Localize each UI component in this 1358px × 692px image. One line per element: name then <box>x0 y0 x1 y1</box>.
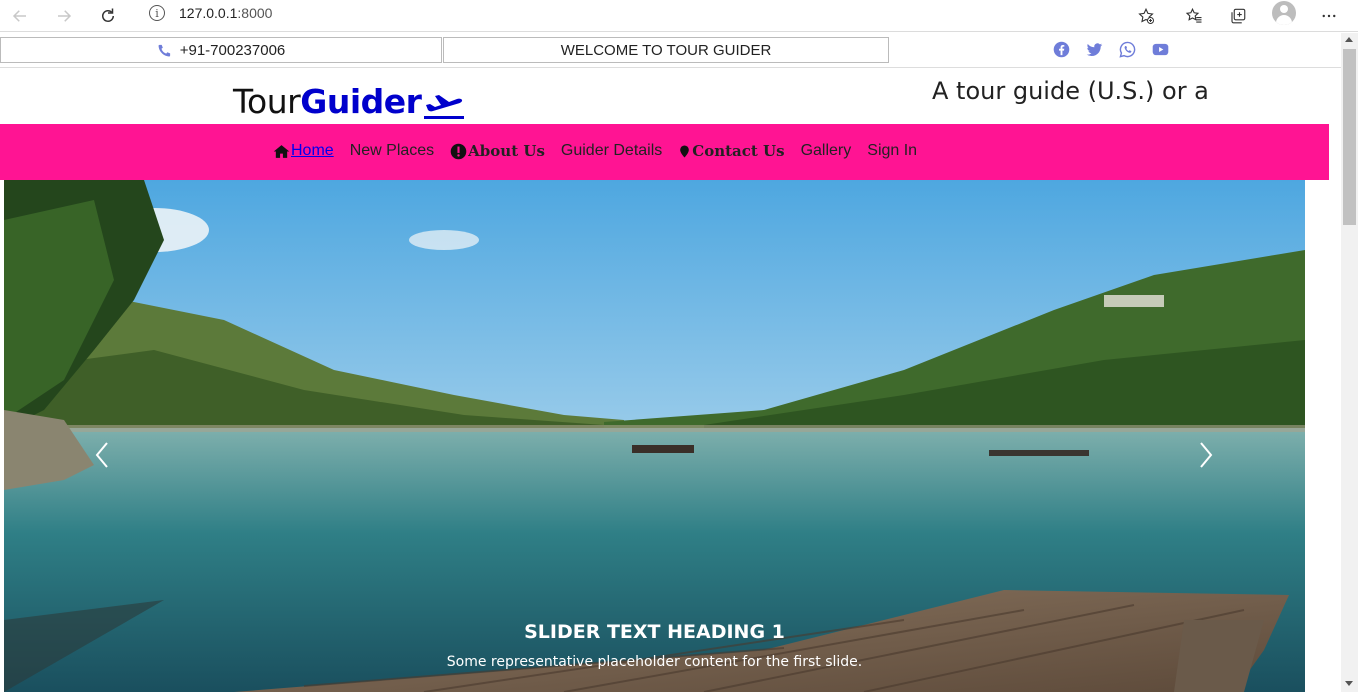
arrow-right-icon <box>58 10 72 22</box>
web-page: +91-700237006 WELCOME TO TOUR GUIDER Tou… <box>0 33 1341 692</box>
logo-text-tour: Tour <box>233 82 301 121</box>
forward-button[interactable] <box>52 4 76 28</box>
nav-guider-details-label: Guider Details <box>560 142 663 159</box>
collections-button[interactable] <box>1225 3 1251 29</box>
brand-row: TourGuider A tour guide (U.S.) or a tou <box>0 68 1341 124</box>
ellipsis-icon <box>1322 14 1336 18</box>
marquee-text: A tour guide (U.S.) or a tou <box>932 77 1216 105</box>
twitter-link[interactable] <box>1085 40 1103 58</box>
nav-gallery-label: Gallery <box>800 142 852 159</box>
carousel-slide-image <box>4 180 1305 692</box>
nav-item-about[interactable]: About Us <box>450 142 545 160</box>
facebook-icon <box>1053 41 1069 57</box>
scroll-down-arrow[interactable] <box>1345 681 1353 686</box>
site-info-icon[interactable]: i <box>149 5 165 21</box>
url-port: :8000 <box>237 5 273 21</box>
favorites-icon <box>1185 7 1202 23</box>
twitter-icon <box>1086 42 1102 56</box>
nav-about-label: About Us <box>468 142 545 160</box>
chevron-left-icon <box>95 442 108 468</box>
logo-text-guider: Guider <box>300 82 422 121</box>
phone-number: +91-700237006 <box>179 41 286 59</box>
url-host: 127.0.0.1 <box>179 5 238 21</box>
plane-departure-icon <box>424 95 465 119</box>
main-navbar: Home New Places About Us Guider Details … <box>0 124 1329 180</box>
nav-item-gallery[interactable]: Gallery <box>801 142 852 160</box>
arrow-left-icon <box>12 10 26 22</box>
nav-home-label: Home <box>291 142 334 159</box>
social-links <box>1052 40 1169 58</box>
chevron-right-icon <box>1200 442 1213 468</box>
welcome-box: WELCOME TO TOUR GUIDER <box>443 37 889 63</box>
nav-new-places-label: New Places <box>349 142 435 159</box>
back-button[interactable] <box>8 4 32 28</box>
address-bar[interactable]: i 127.0.0.1:8000 <box>135 0 1165 26</box>
nav-item-home[interactable]: Home <box>273 142 334 160</box>
nav-item-guider-details[interactable]: Guider Details <box>561 142 662 160</box>
add-favorite-button[interactable] <box>1133 3 1159 29</box>
carousel-next-button[interactable] <box>1196 435 1216 475</box>
reload-button[interactable] <box>96 4 120 28</box>
nav-contact-label: Contact Us <box>692 142 785 160</box>
more-menu-button[interactable] <box>1316 3 1342 29</box>
browser-toolbar: i 127.0.0.1:8000 <box>0 0 1358 32</box>
top-info-bar: +91-700237006 WELCOME TO TOUR GUIDER <box>0 33 1341 68</box>
scroll-thumb[interactable] <box>1343 49 1356 225</box>
nav-item-new-places[interactable]: New Places <box>350 142 434 160</box>
favorites-button[interactable] <box>1181 3 1207 29</box>
url-text: 127.0.0.1:8000 <box>179 5 272 21</box>
youtube-icon <box>1152 43 1168 55</box>
reload-icon <box>102 8 114 22</box>
site-logo[interactable]: Tour Guider <box>233 82 465 121</box>
profile-avatar[interactable] <box>1272 1 1296 25</box>
welcome-text: WELCOME TO TOUR GUIDER <box>560 41 772 59</box>
phone-icon <box>158 44 170 56</box>
nav-item-contact[interactable]: Contact Us <box>678 142 785 160</box>
youtube-link[interactable] <box>1151 40 1169 58</box>
phone-box: +91-700237006 <box>0 37 442 63</box>
collections-icon <box>1231 8 1246 24</box>
home-icon <box>273 144 290 158</box>
nav-item-sign-in[interactable]: Sign In <box>867 142 917 160</box>
whatsapp-link[interactable] <box>1118 40 1136 58</box>
whatsapp-icon <box>1118 41 1135 58</box>
nav-items: Home New Places About Us Guider Details … <box>273 142 933 160</box>
nav-sign-in-label: Sign In <box>867 142 918 159</box>
carousel-heading: SLIDER TEXT HEADING 1 <box>524 621 785 643</box>
carousel-prev-button[interactable] <box>92 435 112 475</box>
map-pin-icon <box>680 145 690 157</box>
image-carousel: SLIDER TEXT HEADING 1 Some representativ… <box>4 180 1305 692</box>
carousel-caption: Some representative placeholder content … <box>446 654 863 670</box>
star-add-icon <box>1138 7 1154 24</box>
facebook-link[interactable] <box>1052 40 1070 58</box>
info-circle-icon <box>450 143 467 159</box>
scroll-up-arrow[interactable] <box>1345 37 1353 42</box>
page-scrollbar[interactable] <box>1341 33 1358 692</box>
